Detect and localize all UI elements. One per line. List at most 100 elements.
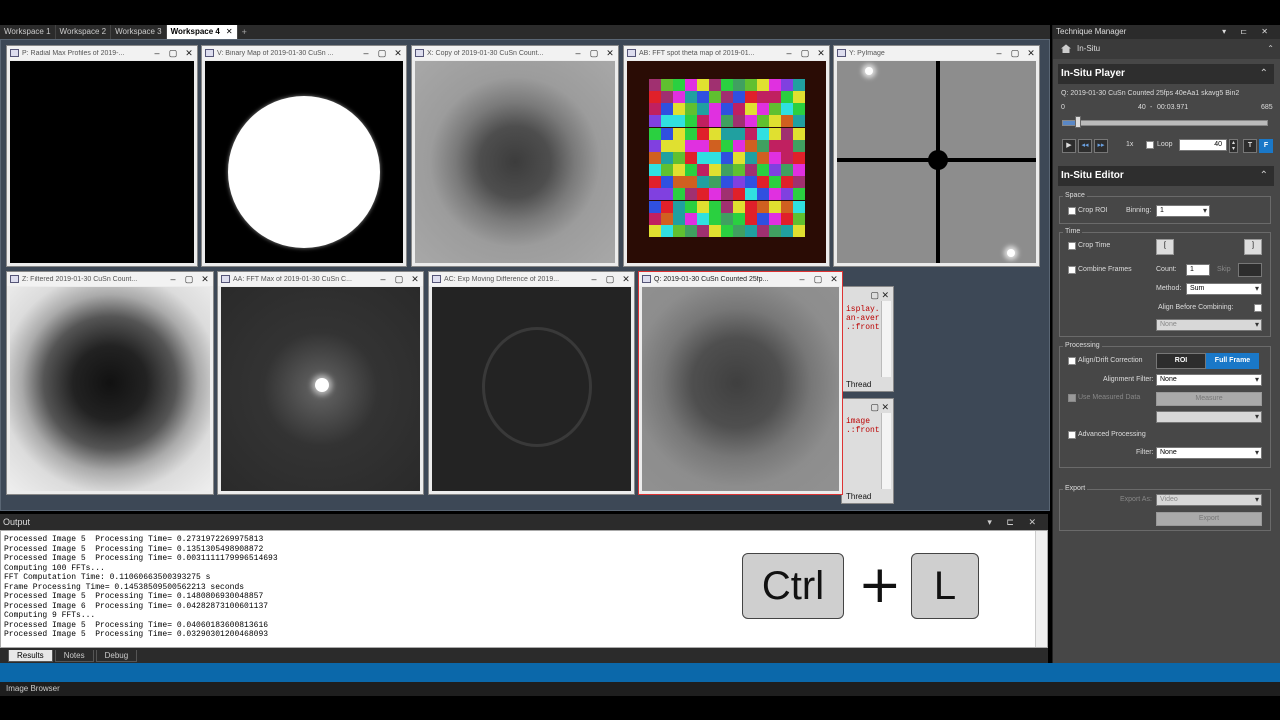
filter-dropdown[interactable]: None <box>1156 447 1262 459</box>
tab-results[interactable]: Results <box>8 649 53 662</box>
maximize-icon[interactable]: ▢ <box>586 48 602 59</box>
close-icon[interactable]: ▢ ✕ <box>870 290 889 301</box>
crop-end-button[interactable]: ] <box>1244 239 1262 255</box>
image-window-z[interactable]: Z: Filtered 2019-01-30 CuSn Count... – ▢ ✕ <box>6 271 214 495</box>
drift-correction-checkbox[interactable] <box>1068 357 1076 365</box>
window-titlebar[interactable]: Z: Filtered 2019-01-30 CuSn Count... – ▢ ✕ <box>7 272 213 286</box>
export-button[interactable]: Export <box>1156 512 1262 526</box>
measured-data-dropdown[interactable] <box>1156 411 1262 423</box>
close-icon[interactable]: ✕ <box>181 48 197 59</box>
maximize-icon[interactable]: ▢ <box>602 274 618 285</box>
minimize-icon[interactable]: – <box>165 274 181 284</box>
window-titlebar[interactable]: AA: FFT Max of 2019-01-30 CuSn C... – ▢ ✕ <box>218 272 423 286</box>
minimize-icon[interactable]: – <box>794 274 810 284</box>
tab-notes[interactable]: Notes <box>54 649 94 662</box>
status-text[interactable]: Image Browser <box>6 684 60 693</box>
close-icon[interactable]: ✕ <box>1023 48 1039 59</box>
maximize-icon[interactable]: ▢ <box>810 274 826 285</box>
in-situ-player-header[interactable]: In-Situ Player ⌃ <box>1058 64 1274 84</box>
slider-thumb[interactable] <box>1075 116 1081 128</box>
script-window-top[interactable]: ▢ ✕ isplay. an-aver .:front Thread <box>841 286 894 392</box>
scrollbar[interactable] <box>881 413 891 489</box>
window-titlebar[interactable]: AC: Exp Moving Difference of 2019... – ▢ ✕ <box>429 272 634 286</box>
close-icon[interactable]: ✕ <box>197 274 213 285</box>
measure-button[interactable]: Measure <box>1156 392 1262 406</box>
maximize-icon[interactable]: ▢ <box>374 48 390 59</box>
window-titlebar[interactable]: AB: FFT spot theta map of 2019-01... – ▢ ✕ <box>624 46 829 60</box>
image-window-ac[interactable]: AC: Exp Moving Difference of 2019... – ▢ ✕ <box>428 271 635 495</box>
crop-start-button[interactable]: [ <box>1156 239 1174 255</box>
image-window-ab[interactable]: AB: FFT spot theta map of 2019-01... – ▢ ✕ <box>623 45 830 267</box>
loop-checkbox[interactable] <box>1146 141 1154 149</box>
close-icon[interactable]: ✕ <box>826 274 842 285</box>
chevron-up-icon[interactable]: ⌃ <box>1260 166 1268 186</box>
in-situ-editor-header[interactable]: In-Situ Editor ⌃ <box>1058 166 1274 186</box>
maximize-icon[interactable]: ▢ <box>165 48 181 59</box>
image-canvas[interactable] <box>205 61 403 263</box>
close-icon[interactable]: ✕ <box>618 274 634 285</box>
image-canvas[interactable] <box>837 61 1036 263</box>
full-frame-button[interactable]: Full Frame <box>1206 353 1259 369</box>
playback-speed[interactable]: 1x <box>1126 141 1133 148</box>
minimize-icon[interactable]: – <box>781 48 797 58</box>
close-icon[interactable]: ✕ <box>407 274 423 285</box>
method-dropdown[interactable]: Sum <box>1186 283 1262 295</box>
image-window-y[interactable]: Y: PyImage – ▢ ✕ <box>833 45 1040 267</box>
window-titlebar[interactable]: V: Binary Map of 2019-01-30 CuSn ... – ▢ ✕ <box>202 46 406 60</box>
align-before-dropdown[interactable]: None <box>1156 319 1262 331</box>
close-icon[interactable]: ✕ <box>813 48 829 59</box>
minimize-icon[interactable]: – <box>375 274 391 284</box>
close-icon[interactable]: ✕ <box>226 27 233 36</box>
image-canvas[interactable] <box>415 61 615 263</box>
combine-frames-checkbox[interactable] <box>1068 266 1076 274</box>
minimize-icon[interactable]: – <box>149 48 165 58</box>
image-window-x[interactable]: X: Copy of 2019-01-30 CuSn Count... – ▢ ✕ <box>411 45 619 267</box>
close-icon[interactable]: ▢ ✕ <box>870 402 889 413</box>
panel-controls[interactable]: ▾ ⊏ ✕ <box>987 514 1042 530</box>
minimize-icon[interactable]: – <box>586 274 602 284</box>
count-field[interactable]: 1 <box>1186 264 1210 276</box>
tab-workspace-2[interactable]: Workspace 2 <box>56 25 112 39</box>
minimize-icon[interactable]: – <box>358 48 374 58</box>
maximize-icon[interactable]: ▢ <box>181 274 197 285</box>
chevron-up-icon[interactable]: ⌃ <box>1260 64 1268 84</box>
chevron-up-icon[interactable]: ⌃ <box>1267 39 1274 59</box>
minimize-icon[interactable]: – <box>570 48 586 58</box>
window-titlebar[interactable]: X: Copy of 2019-01-30 CuSn Count... – ▢ ✕ <box>412 46 618 60</box>
close-icon[interactable]: ✕ <box>602 48 618 59</box>
play-button[interactable]: ▶ <box>1062 139 1076 153</box>
t-button[interactable]: T <box>1243 139 1257 153</box>
frame-number-field[interactable]: 40 <box>1179 139 1227 151</box>
window-titlebar[interactable]: Y: PyImage – ▢ ✕ <box>834 46 1039 60</box>
image-window-aa[interactable]: AA: FFT Max of 2019-01-30 CuSn C... – ▢ ✕ <box>217 271 424 495</box>
image-canvas[interactable] <box>432 287 631 491</box>
frame-slider[interactable] <box>1062 120 1268 126</box>
advanced-processing-checkbox[interactable] <box>1068 431 1076 439</box>
panel-controls[interactable]: ▾ ⊏ ✕ <box>1222 25 1274 39</box>
roi-button[interactable]: ROI <box>1156 353 1206 369</box>
home-icon[interactable] <box>1061 44 1071 54</box>
frame-stepper[interactable]: ▴ ▾ <box>1229 139 1238 153</box>
window-titlebar[interactable]: Q: 2019-01-30 CuSn Counted 25fp... – ▢ ✕ <box>639 272 842 286</box>
image-canvas[interactable] <box>221 287 420 491</box>
crop-time-checkbox[interactable] <box>1068 242 1076 250</box>
use-measured-checkbox[interactable] <box>1068 394 1076 402</box>
script-window-bottom[interactable]: ▢ ✕ image .:front Thread <box>841 398 894 504</box>
tab-workspace-3[interactable]: Workspace 3 <box>111 25 167 39</box>
close-icon[interactable]: ✕ <box>390 48 406 59</box>
crop-roi-checkbox[interactable] <box>1068 207 1076 215</box>
step-forward-button[interactable]: ▸▸ <box>1094 139 1108 153</box>
step-back-button[interactable]: ◂◂ <box>1078 139 1092 153</box>
binning-dropdown[interactable]: 1 <box>1156 205 1210 217</box>
add-workspace-button[interactable]: + <box>238 27 251 37</box>
image-window-q[interactable]: Q: 2019-01-30 CuSn Counted 25fp... – ▢ ✕ <box>638 271 843 495</box>
image-canvas[interactable] <box>627 61 826 263</box>
alignment-filter-dropdown[interactable]: None <box>1156 374 1262 386</box>
export-as-dropdown[interactable]: Video <box>1156 494 1262 506</box>
f-button[interactable]: F <box>1259 139 1273 153</box>
minimize-icon[interactable]: – <box>991 48 1007 58</box>
scrollbar[interactable] <box>881 301 891 377</box>
image-window-v[interactable]: V: Binary Map of 2019-01-30 CuSn ... – ▢ ✕ <box>201 45 407 267</box>
align-before-checkbox[interactable] <box>1254 304 1262 312</box>
window-titlebar[interactable]: P: Radial Max Profiles of 2019-... – ▢ ✕ <box>7 46 197 60</box>
